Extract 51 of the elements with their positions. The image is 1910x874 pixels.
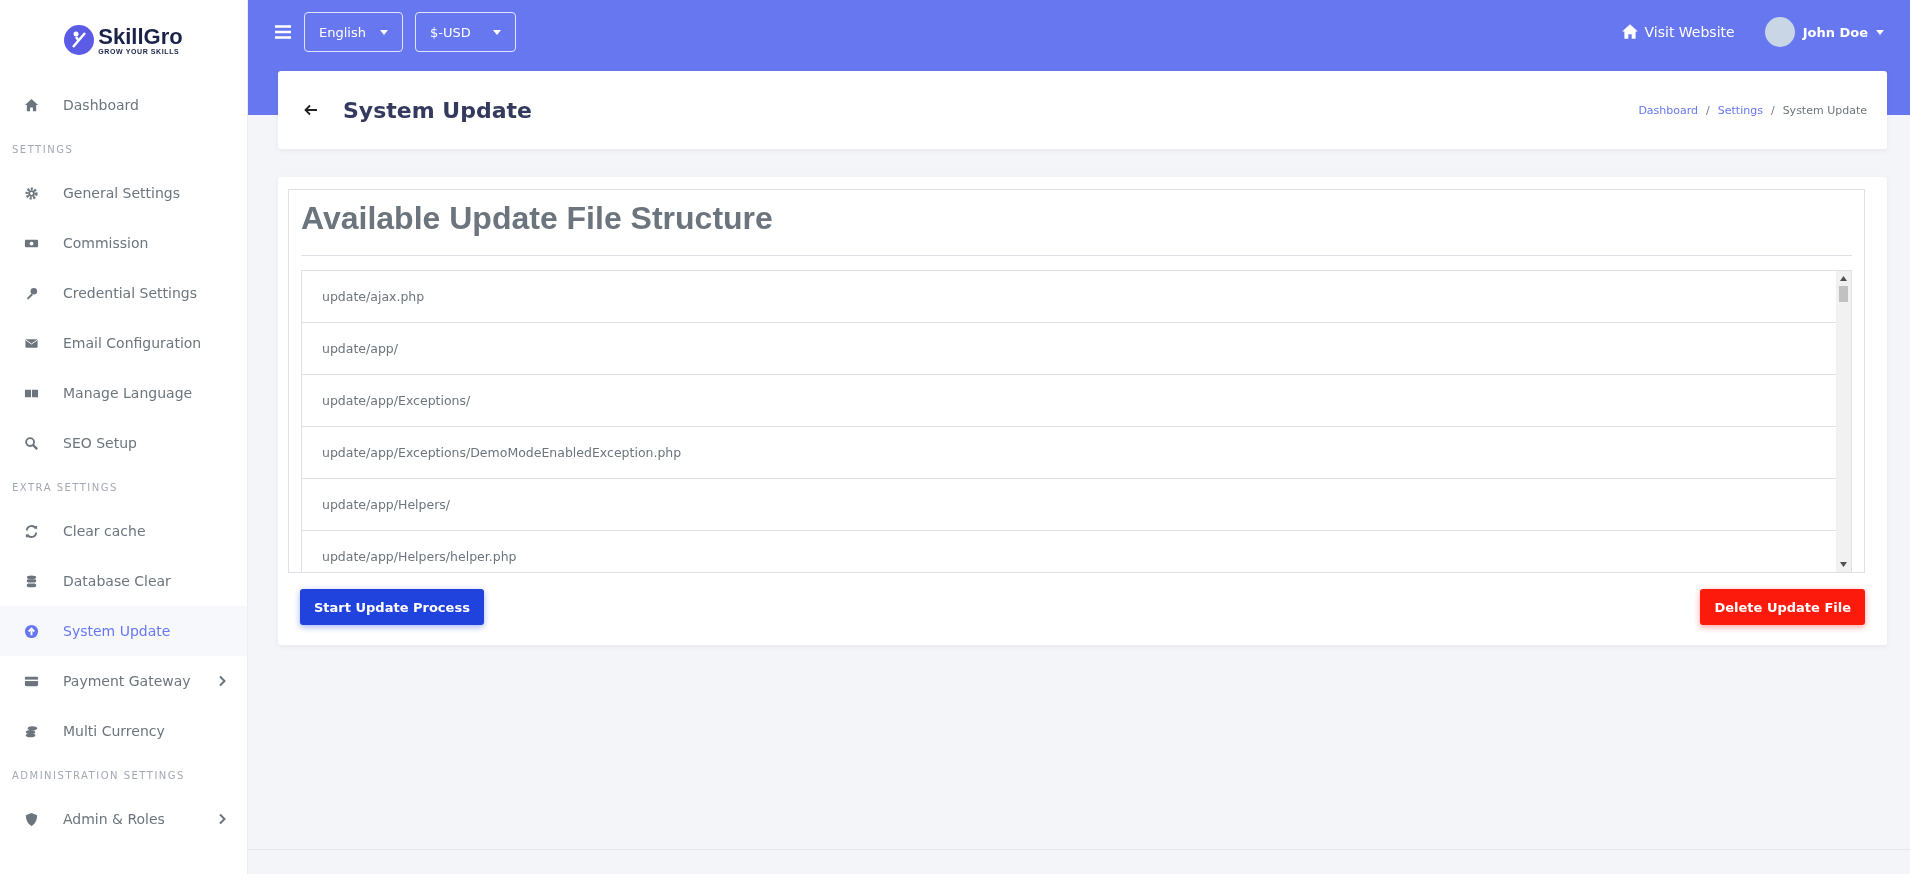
search-icon xyxy=(24,435,39,451)
sidebar-item[interactable]: Dashboard xyxy=(0,80,247,130)
breadcrumb-link[interactable]: Settings xyxy=(1717,103,1763,117)
breadcrumb-link[interactable]: Dashboard xyxy=(1638,103,1699,117)
home-icon xyxy=(24,97,39,113)
breadcrumb-current: System Update xyxy=(1782,103,1867,117)
sidebar-item[interactable]: Database Clear xyxy=(0,556,247,606)
sidebar-item[interactable]: Credential Settings xyxy=(0,268,247,318)
sidebar-item[interactable]: SEO Setup xyxy=(0,418,247,468)
gear-icon xyxy=(24,185,39,201)
breadcrumb-separator: / xyxy=(1706,103,1710,117)
sidebar-item[interactable]: Commission xyxy=(0,218,247,268)
caret-icon xyxy=(1876,29,1884,35)
back-arrow-icon[interactable] xyxy=(304,104,318,116)
start-update-button[interactable]: Start Update Process xyxy=(300,589,484,625)
menu-icon[interactable] xyxy=(274,24,292,40)
sidebar-item[interactable]: General Settings xyxy=(0,168,247,218)
card-title: Available Update File Structure xyxy=(301,190,1852,256)
delete-update-file-button[interactable]: Delete Update File xyxy=(1700,589,1865,625)
file-path-row: update/app/Exceptions/DemoModeEnabledException.php xyxy=(302,427,1836,479)
language-dropdown[interactable]: English xyxy=(304,12,403,52)
caret-icon xyxy=(492,29,501,35)
currency-dropdown[interactable]: $-USD xyxy=(414,12,516,52)
sidebar-item[interactable]: Payment Gateway xyxy=(0,656,247,706)
refresh-icon xyxy=(24,523,39,539)
sidebar-item[interactable]: System Update xyxy=(0,606,247,656)
sidebar-item[interactable]: Manage Language xyxy=(0,368,247,418)
shield-icon xyxy=(24,811,39,827)
file-path-row: update/ajax.php xyxy=(302,271,1836,323)
coins-icon xyxy=(24,723,39,739)
file-path-row: update/app/Exceptions/ xyxy=(302,375,1836,427)
key-icon xyxy=(24,285,39,301)
upload-circle-icon xyxy=(24,623,39,639)
sidebar-item[interactable]: Admin & Roles xyxy=(0,794,247,844)
sidebar-section-heading: EXTRA SETTINGS xyxy=(11,480,119,495)
logo-icon xyxy=(64,25,95,55)
page-title: System Update xyxy=(343,97,533,123)
file-path-row: update/app/Helpers/ xyxy=(302,479,1836,531)
sidebar-section-heading: ADMINISTRATION SETTINGS xyxy=(11,768,186,783)
breadcrumb-separator: / xyxy=(1770,103,1775,117)
file-path-row: update/app/ xyxy=(302,323,1836,375)
visit-website-link[interactable]: Visit Website xyxy=(1619,12,1735,52)
sidebar-item[interactable]: Clear cache xyxy=(0,506,247,556)
sidebar-item[interactable]: Multi Currency xyxy=(0,706,247,756)
logo-name: SkillGro xyxy=(98,25,183,48)
sidebar-section-heading: SETTINGS xyxy=(11,142,75,157)
user-menu[interactable]: John Doe xyxy=(1764,12,1884,52)
sidebar-item[interactable]: Email Configuration xyxy=(0,318,247,368)
database-icon xyxy=(24,573,39,589)
avatar-icon xyxy=(1764,17,1795,47)
caret-icon xyxy=(379,29,388,35)
